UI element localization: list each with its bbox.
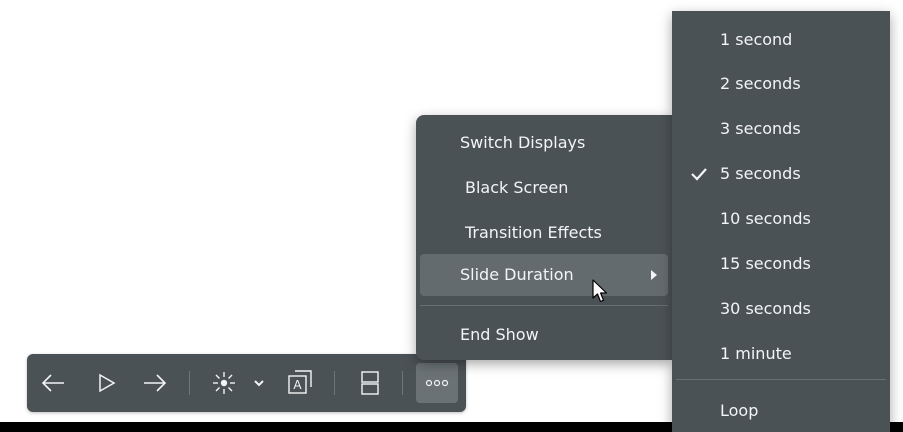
chevron-down-icon xyxy=(254,380,264,387)
arrow-right-icon xyxy=(144,374,167,392)
menu-item-label: Slide Duration xyxy=(460,265,574,284)
menu-item-slide-duration[interactable]: Slide Duration xyxy=(420,254,668,296)
duration-option-30-seconds[interactable]: 30 seconds xyxy=(676,291,886,327)
slide-duration-submenu: 1 second 2 seconds 3 seconds 5 seconds 1… xyxy=(672,11,890,432)
split-view-icon xyxy=(361,371,379,395)
menu-item-end-show[interactable]: End Show xyxy=(420,317,668,353)
laser-pointer-icon xyxy=(213,372,235,394)
menu-item-label: 1 minute xyxy=(720,344,792,363)
menu-divider xyxy=(420,305,668,306)
toolbar-divider xyxy=(189,371,190,395)
mouse-cursor-icon xyxy=(592,279,608,303)
menu-item-transition-effects[interactable]: Transition Effects xyxy=(420,215,668,251)
arrow-left-icon xyxy=(41,374,64,392)
duration-option-10-seconds[interactable]: 10 seconds xyxy=(676,201,886,237)
submenu-arrow-icon xyxy=(651,270,657,280)
menu-item-switch-displays[interactable]: Switch Displays xyxy=(420,125,668,161)
duration-option-15-seconds[interactable]: 15 seconds xyxy=(676,246,886,282)
duration-option-1-minute[interactable]: 1 minute xyxy=(676,336,886,372)
play-button[interactable] xyxy=(93,371,121,395)
menu-divider xyxy=(676,379,886,380)
laser-pointer-button[interactable] xyxy=(209,370,239,396)
menu-item-label: End Show xyxy=(460,325,539,344)
more-button[interactable] xyxy=(416,363,458,403)
duration-option-3-seconds[interactable]: 3 seconds xyxy=(676,111,886,147)
menu-item-label: Black Screen xyxy=(465,178,569,197)
text-tool-button[interactable]: A xyxy=(283,367,317,397)
menu-item-label: 5 seconds xyxy=(720,164,801,183)
toolbar-divider xyxy=(334,371,335,395)
duration-option-5-seconds[interactable]: 5 seconds xyxy=(676,156,886,192)
menu-item-label: 1 second xyxy=(720,30,793,49)
duration-option-loop[interactable]: Loop xyxy=(676,393,886,429)
menu-item-label: 30 seconds xyxy=(720,299,811,318)
menu-item-label: Loop xyxy=(720,401,759,420)
menu-item-label: Transition Effects xyxy=(465,223,602,242)
presentation-toolbar: A xyxy=(27,354,466,412)
duration-option-2-seconds[interactable]: 2 seconds xyxy=(676,66,886,102)
menu-item-label: 2 seconds xyxy=(720,74,801,93)
duration-option-1-second[interactable]: 1 second xyxy=(676,22,886,58)
more-options-menu: Switch Displays Black Screen Transition … xyxy=(416,115,672,360)
menu-item-black-screen[interactable]: Black Screen xyxy=(420,170,668,206)
layout-button[interactable] xyxy=(357,369,383,397)
next-slide-button[interactable] xyxy=(139,371,171,395)
pointer-options-button[interactable] xyxy=(251,374,267,392)
svg-text:A: A xyxy=(293,378,302,392)
menu-item-label: 3 seconds xyxy=(720,119,801,138)
check-icon xyxy=(691,168,707,181)
menu-item-label: 15 seconds xyxy=(720,254,811,273)
play-icon xyxy=(99,373,116,393)
menu-item-label: 10 seconds xyxy=(720,209,811,228)
previous-slide-button[interactable] xyxy=(37,371,69,395)
toolbar-divider xyxy=(402,371,403,395)
menu-item-label: Switch Displays xyxy=(460,133,586,152)
more-horizontal-icon xyxy=(425,379,449,387)
text-box-icon: A xyxy=(288,370,312,394)
